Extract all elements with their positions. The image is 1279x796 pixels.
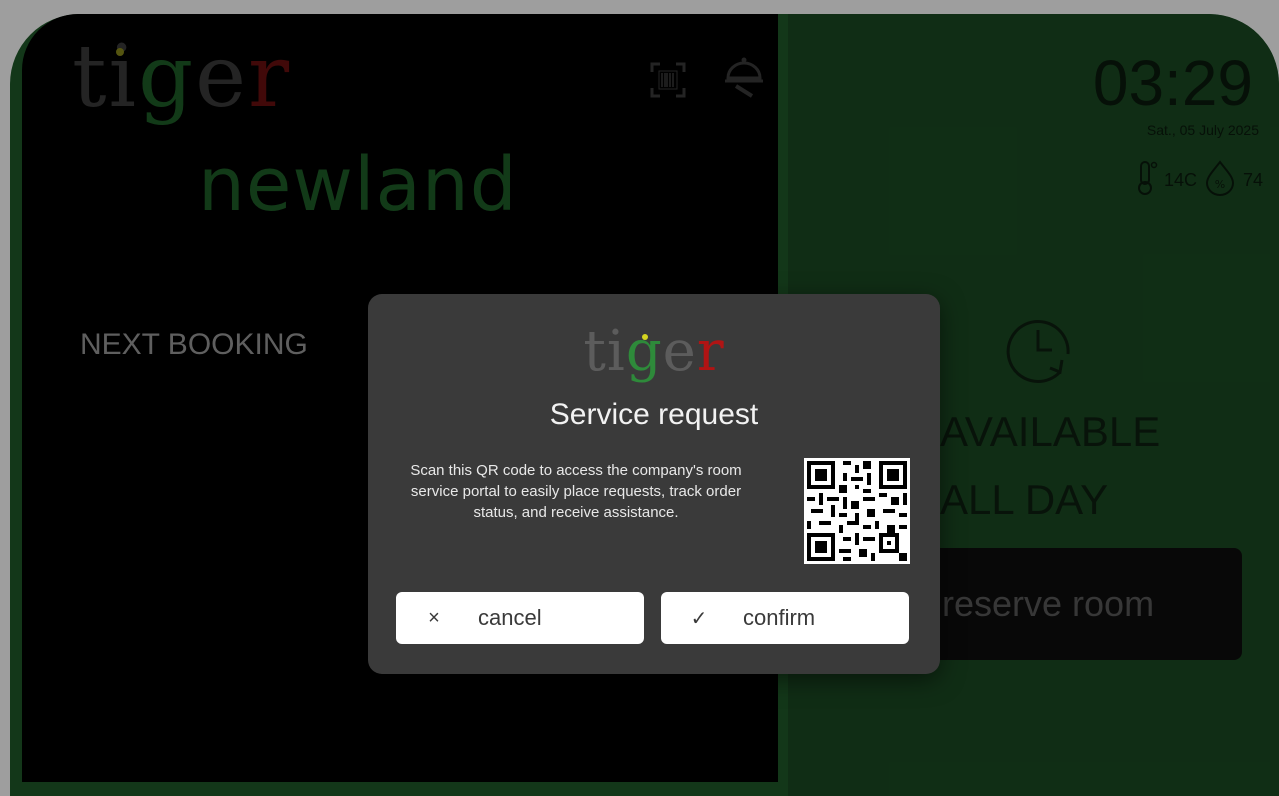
cancel-button[interactable]: × cancel — [396, 592, 644, 644]
checkmark-icon: ✓ — [690, 607, 708, 630]
dialog-brand-logo-dot — [642, 334, 648, 340]
dialog-brand-logo: tiger — [583, 319, 725, 384]
service-request-dialog: tiger Service request Scan this QR code … — [368, 294, 940, 674]
confirm-button[interactable]: ✓ confirm — [661, 592, 909, 644]
cancel-button-label: cancel — [478, 605, 542, 630]
close-icon: × — [428, 606, 440, 629]
qr-code-icon — [804, 458, 910, 564]
confirm-button-label: confirm — [743, 605, 816, 630]
dialog-description: Scan this QR code to access the company'… — [410, 462, 742, 521]
dialog-title: Service request — [549, 398, 759, 431]
